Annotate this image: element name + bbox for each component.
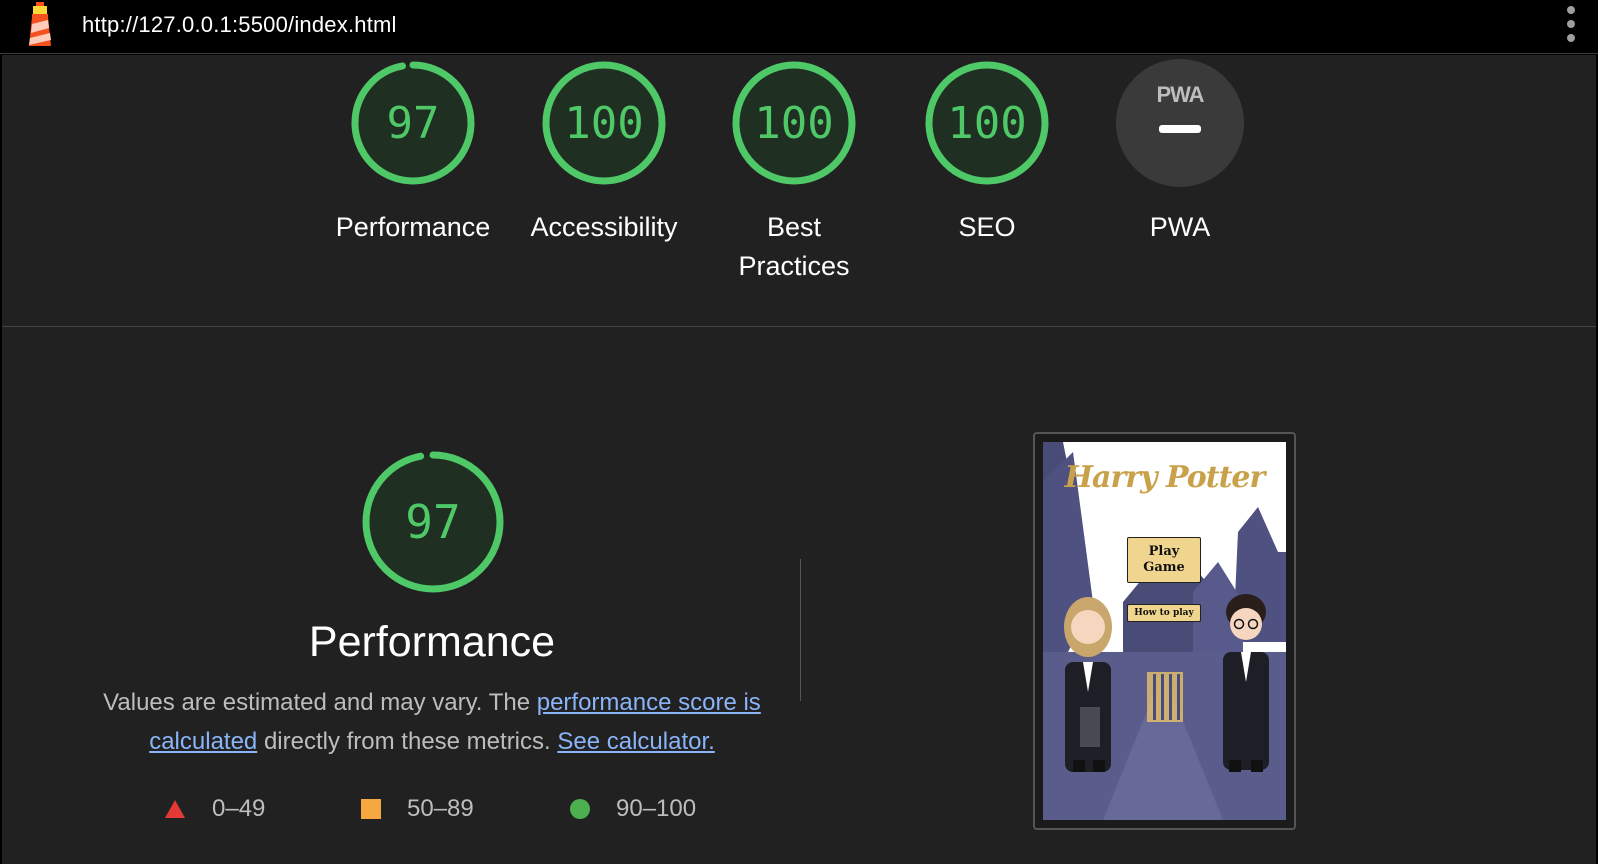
fail-triangle-icon (165, 800, 185, 818)
gauge-score: 100 (754, 98, 833, 149)
gauge-label: PWA (1149, 212, 1211, 242)
gauge-label: Accessibility (530, 212, 678, 242)
desc-middle: directly from these metrics. (257, 728, 558, 755)
how-to-play-button: How to play (1127, 604, 1201, 622)
harry-potter-logo: Harry Potter (1064, 460, 1266, 495)
gauge-score: 100 (947, 98, 1026, 149)
desc-prefix: Values are estimated and may vary. The (103, 689, 537, 716)
gauge-ring: 100 (925, 61, 1049, 185)
gauge-score: 100 (564, 98, 643, 149)
gauge-label: Performance (335, 212, 491, 242)
legend-fail: 0–49 (164, 795, 265, 823)
pwa-badge-text: PWA (1156, 82, 1204, 107)
performance-description: Values are estimated and may vary. The p… (102, 683, 762, 761)
section-divider (800, 559, 801, 701)
screenshot-image: Harry Potter Play Game How to play (1043, 442, 1286, 820)
browser-toolbar: http://127.0.0.1:5500/index.html (0, 0, 1598, 54)
gauge-seo[interactable]: 100 SEO (892, 58, 1082, 247)
category-scores-row: 97 Performance 100 Accessibility 100 Bes… (2, 55, 1596, 327)
pass-circle-icon (570, 799, 590, 819)
performance-score: 97 (405, 495, 460, 549)
legend-average: 50–89 (361, 795, 474, 823)
castle-background-image (1043, 442, 1286, 820)
performance-section: 97 Performance Values are estimated and … (2, 328, 1596, 864)
address-bar-url[interactable]: http://127.0.0.1:5500/index.html (82, 12, 397, 38)
performance-gauge-ring: 97 (362, 451, 504, 593)
gauge-score: 97 (387, 98, 440, 149)
pwa-dash-icon (1159, 125, 1201, 133)
score-legend: 0–49 50–89 90–100 (2, 795, 762, 829)
performance-gauge: 97 (359, 448, 507, 601)
legend-range: 90–100 (616, 795, 697, 822)
gauge-performance[interactable]: 97 Performance (318, 58, 508, 247)
legend-range: 0–49 (212, 795, 266, 822)
average-square-icon (361, 799, 381, 819)
gauge-ring: 100 (542, 61, 666, 185)
legend-pass: 90–100 (570, 795, 696, 823)
performance-title: Performance (308, 618, 556, 666)
gauge-label: Best Practices (738, 212, 850, 281)
play-game-button: Play Game (1127, 537, 1201, 583)
gauge-pwa[interactable]: PWA PWA (1085, 58, 1275, 247)
see-calculator-link[interactable]: See calculator. (557, 728, 714, 755)
pwa-badge-icon: PWA (1116, 59, 1244, 187)
gauge-accessibility[interactable]: 100 Accessibility (509, 58, 699, 247)
final-screenshot-thumbnail[interactable]: Harry Potter Play Game How to play (1033, 432, 1296, 830)
more-options-menu-icon[interactable] (1564, 6, 1578, 42)
legend-range: 50–89 (407, 795, 474, 822)
gauge-best-practices[interactable]: 100 Best Practices (699, 58, 889, 286)
lighthouse-report: 97 Performance 100 Accessibility 100 Bes… (2, 55, 1596, 864)
gauge-ring: 100 (732, 61, 856, 185)
lighthouse-logo-icon (29, 2, 51, 46)
gauge-ring: 97 (351, 61, 475, 185)
gauge-label: SEO (958, 212, 1016, 242)
